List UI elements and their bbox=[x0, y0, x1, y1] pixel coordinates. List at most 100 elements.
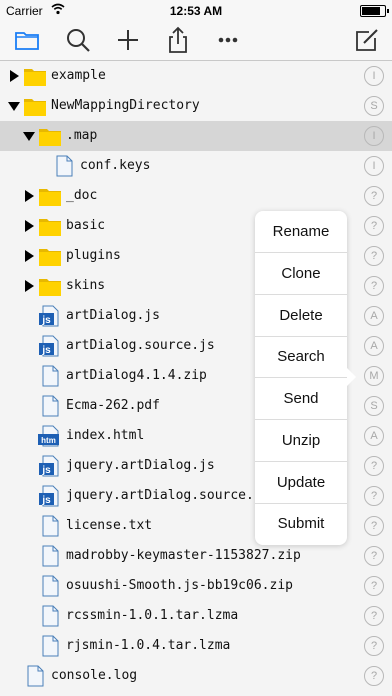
status-badge: ? bbox=[364, 516, 384, 536]
file-name: osuushi-Smooth.js-bb19c06.zip bbox=[66, 578, 293, 593]
folder-icon bbox=[38, 125, 62, 147]
file-name: skins bbox=[66, 278, 106, 293]
folder-icon bbox=[23, 95, 47, 117]
file-name: jquery.artDialog.js bbox=[66, 458, 215, 473]
status-badge: I bbox=[364, 126, 384, 146]
more-icon[interactable] bbox=[212, 24, 244, 56]
file-name: rcssmin-1.0.1.tar.lzma bbox=[66, 608, 239, 623]
status-badge: M bbox=[364, 366, 384, 386]
disclosure-right-icon[interactable] bbox=[25, 280, 34, 292]
disclosure-right-icon[interactable] bbox=[10, 70, 19, 82]
disclosure-right-icon[interactable] bbox=[25, 190, 34, 202]
menu-item-update[interactable]: Update bbox=[255, 462, 347, 504]
js-file-icon: js bbox=[38, 335, 62, 357]
file-row[interactable]: rjsmin-1.0.4.tar.lzma? bbox=[0, 631, 392, 661]
svg-text:js: js bbox=[41, 465, 51, 476]
file-row[interactable]: console.log? bbox=[0, 661, 392, 691]
folder-row[interactable]: NewMappingDirectory S bbox=[0, 91, 392, 121]
toolbar bbox=[0, 20, 392, 61]
file-name: jquery.artDialog.source.js bbox=[66, 488, 270, 503]
disclosure-down-icon[interactable] bbox=[8, 102, 20, 111]
status-badge: ? bbox=[364, 276, 384, 296]
svg-text:js: js bbox=[41, 495, 51, 506]
status-badge: ? bbox=[364, 636, 384, 656]
file-name: license.txt bbox=[66, 518, 153, 533]
menu-item-clone[interactable]: Clone bbox=[255, 253, 347, 295]
status-badge: A bbox=[364, 336, 384, 356]
file-name: basic bbox=[66, 218, 106, 233]
status-badge: I bbox=[364, 156, 384, 176]
file-row[interactable]: conf.keys I bbox=[0, 151, 392, 181]
file-name: Ecma-262.pdf bbox=[66, 398, 160, 413]
file-icon bbox=[38, 395, 62, 417]
disclosure-down-icon[interactable] bbox=[23, 132, 35, 141]
file-name: artDialog.js bbox=[66, 308, 160, 323]
folder-row[interactable]: example I bbox=[0, 61, 392, 91]
status-badge: ? bbox=[364, 576, 384, 596]
file-name: conf.keys bbox=[80, 158, 151, 173]
status-bar: Carrier 12:53 AM bbox=[0, 0, 392, 20]
status-badge: A bbox=[364, 426, 384, 446]
share-icon[interactable] bbox=[162, 24, 194, 56]
menu-item-send[interactable]: Send bbox=[255, 378, 347, 420]
folder-icon bbox=[38, 275, 62, 297]
file-name: example bbox=[51, 68, 106, 83]
status-badge: I bbox=[364, 66, 384, 86]
svg-text:htm: htm bbox=[41, 436, 56, 445]
js-file-icon: js bbox=[38, 485, 62, 507]
menu-item-unzip[interactable]: Unzip bbox=[255, 420, 347, 462]
menu-item-search[interactable]: Search bbox=[255, 336, 347, 379]
js-file-icon: js bbox=[38, 305, 62, 327]
file-icon bbox=[23, 665, 47, 687]
file-icon bbox=[38, 365, 62, 387]
status-badge: ? bbox=[364, 486, 384, 506]
disclosure-right-icon[interactable] bbox=[25, 250, 34, 262]
status-badge: ? bbox=[364, 666, 384, 686]
menu-pointer bbox=[347, 368, 356, 386]
file-name: _doc bbox=[66, 188, 98, 203]
file-icon bbox=[38, 545, 62, 567]
js-file-icon: js bbox=[38, 455, 62, 477]
battery-icon bbox=[360, 5, 389, 17]
file-name: .map bbox=[66, 128, 98, 143]
file-row[interactable]: madrobby-keymaster-1153827.zip? bbox=[0, 541, 392, 571]
folder-icon bbox=[38, 245, 62, 267]
file-name: artDialog4.1.4.zip bbox=[66, 368, 207, 383]
file-name: index.html bbox=[66, 428, 145, 443]
status-badge: ? bbox=[364, 216, 384, 236]
status-badge: ? bbox=[364, 456, 384, 476]
disclosure-right-icon[interactable] bbox=[25, 220, 34, 232]
html-file-icon: htm bbox=[38, 425, 62, 447]
file-name: artDialog.source.js bbox=[66, 338, 215, 353]
file-name: rjsmin-1.0.4.tar.lzma bbox=[66, 638, 231, 653]
menu-item-delete[interactable]: Delete bbox=[255, 295, 347, 337]
status-badge: S bbox=[364, 396, 384, 416]
file-icon bbox=[38, 515, 62, 537]
status-badge: ? bbox=[364, 246, 384, 266]
file-name: plugins bbox=[66, 248, 121, 263]
svg-text:js: js bbox=[41, 345, 51, 356]
file-row[interactable]: rcssmin-1.0.1.tar.lzma? bbox=[0, 601, 392, 631]
file-row[interactable]: osuushi-Smooth.js-bb19c06.zip? bbox=[0, 571, 392, 601]
status-badge: S bbox=[364, 96, 384, 116]
file-icon bbox=[38, 575, 62, 597]
file-name: madrobby-keymaster-1153827.zip bbox=[66, 548, 301, 563]
status-badge: A bbox=[364, 306, 384, 326]
add-icon[interactable] bbox=[112, 24, 144, 56]
file-icon bbox=[38, 635, 62, 657]
edit-icon[interactable] bbox=[350, 24, 382, 56]
status-badge: ? bbox=[364, 606, 384, 626]
menu-item-submit[interactable]: Submit bbox=[255, 503, 347, 544]
file-name: console.log bbox=[51, 668, 138, 683]
folder-row[interactable]: _doc? bbox=[0, 181, 392, 211]
clock: 12:53 AM bbox=[169, 4, 223, 18]
menu-item-rename[interactable]: Rename bbox=[255, 211, 347, 253]
status-badge: ? bbox=[364, 186, 384, 206]
folder-icon bbox=[38, 185, 62, 207]
search-icon[interactable] bbox=[62, 24, 94, 56]
status-badge: ? bbox=[364, 546, 384, 566]
folder-icon[interactable] bbox=[11, 24, 43, 56]
folder-icon bbox=[38, 215, 62, 237]
file-icon bbox=[38, 605, 62, 627]
folder-row[interactable]: .map I bbox=[0, 121, 392, 151]
